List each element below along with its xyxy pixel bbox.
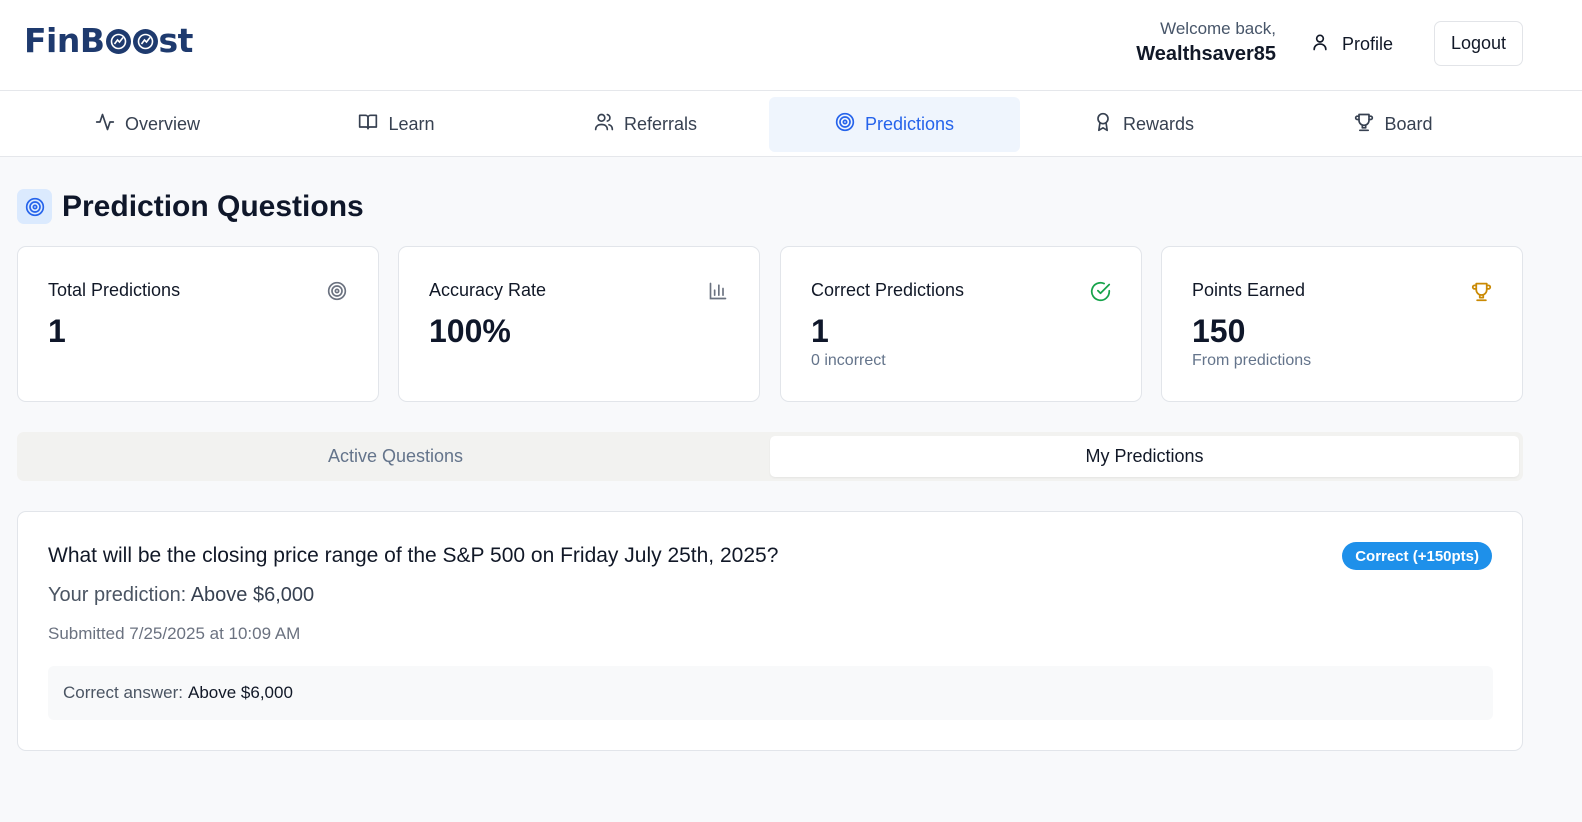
nav-label: Board <box>1384 114 1433 134</box>
stat-sub: 0 incorrect <box>811 352 886 369</box>
nav-label: Overview <box>124 114 200 134</box>
your-prediction: Your prediction: Above $6,000 <box>48 584 314 607</box>
logo-o-mark <box>132 28 158 54</box>
nav-item-predictions[interactable]: Predictions <box>769 97 1020 152</box>
users-icon <box>594 112 614 137</box>
prediction-question: What will be the closing price range of … <box>48 544 779 567</box>
status-badge: Correct (+150pts) <box>1342 542 1492 570</box>
welcome-text: Welcome back, <box>1160 19 1276 38</box>
trophy-icon <box>1354 112 1374 137</box>
stat-sub: From predictions <box>1192 352 1312 369</box>
finboost-logo[interactable]: FinB st <box>24 20 193 60</box>
nav-label: Referrals <box>623 114 698 134</box>
stat-card-points-earned: Points Earned 150 From predictions <box>1161 246 1523 402</box>
target-icon <box>326 280 348 302</box>
profile-label: Profile <box>1342 33 1394 54</box>
nav-item-overview[interactable]: Overview <box>22 97 273 152</box>
logout-button[interactable]: Logout <box>1434 21 1523 66</box>
stat-card-correct-predictions: Correct Predictions 1 0 incorrect <box>780 246 1142 402</box>
award-icon <box>1093 112 1113 137</box>
prediction-tabs: Active Questions My Predictions <box>17 432 1523 481</box>
trophy-icon <box>1470 280 1492 302</box>
tab-my-predictions[interactable]: My Predictions <box>770 436 1519 477</box>
stat-value: 100% <box>429 313 511 349</box>
your-prediction-value: Above $6,000 <box>190 584 315 606</box>
top-header: FinB st Welcome back, Wealthsaver85 Prof… <box>0 0 1582 91</box>
nav-item-rewards[interactable]: Rewards <box>1018 97 1269 152</box>
stat-card-total-predictions: Total Predictions 1 <box>17 246 379 402</box>
bar-chart-icon <box>707 280 729 302</box>
nav-label: Learn <box>388 114 435 134</box>
nav-item-board[interactable]: Board <box>1268 97 1519 152</box>
stat-card-accuracy-rate: Accuracy Rate 100% <box>398 246 760 402</box>
stat-value: 150 <box>1192 313 1246 349</box>
stat-value: 1 <box>811 313 829 349</box>
stat-label: Correct Predictions <box>811 280 965 300</box>
stat-label: Points Earned <box>1192 280 1306 300</box>
check-circle-icon <box>1089 280 1111 302</box>
username: Wealthsaver85 <box>1136 43 1276 65</box>
correct-answer-value: Above $6,000 <box>187 683 293 702</box>
tab-active-questions[interactable]: Active Questions <box>21 436 770 477</box>
welcome-block: Welcome back, Wealthsaver85 <box>1136 18 1276 68</box>
book-icon <box>358 112 378 137</box>
main-nav: Overview Learn Referrals Predictions Rew… <box>0 91 1582 157</box>
profile-button[interactable]: Profile <box>1310 26 1393 62</box>
correct-answer-box: Correct answer: Above $6,000 <box>48 666 1493 720</box>
nav-label: Predictions <box>864 114 955 134</box>
activity-icon <box>95 112 115 137</box>
stat-value: 1 <box>48 313 66 349</box>
target-icon <box>17 189 52 224</box>
target-icon <box>835 112 855 137</box>
page-title: Prediction Questions <box>62 189 364 223</box>
nav-item-learn[interactable]: Learn <box>271 97 522 152</box>
stat-label: Total Predictions <box>48 280 181 300</box>
nav-label: Rewards <box>1122 114 1195 134</box>
submitted-timestamp: Submitted 7/25/2025 at 10:09 AM <box>48 624 301 643</box>
nav-item-referrals[interactable]: Referrals <box>520 97 771 152</box>
your-prediction-label: Your prediction: <box>48 584 187 606</box>
logo-o-mark <box>105 28 131 54</box>
page-header: Prediction Questions <box>17 189 364 224</box>
correct-answer-label: Correct answer: <box>63 683 183 702</box>
prediction-card: What will be the closing price range of … <box>17 511 1523 751</box>
user-icon <box>1310 32 1330 57</box>
stat-label: Accuracy Rate <box>429 280 547 300</box>
